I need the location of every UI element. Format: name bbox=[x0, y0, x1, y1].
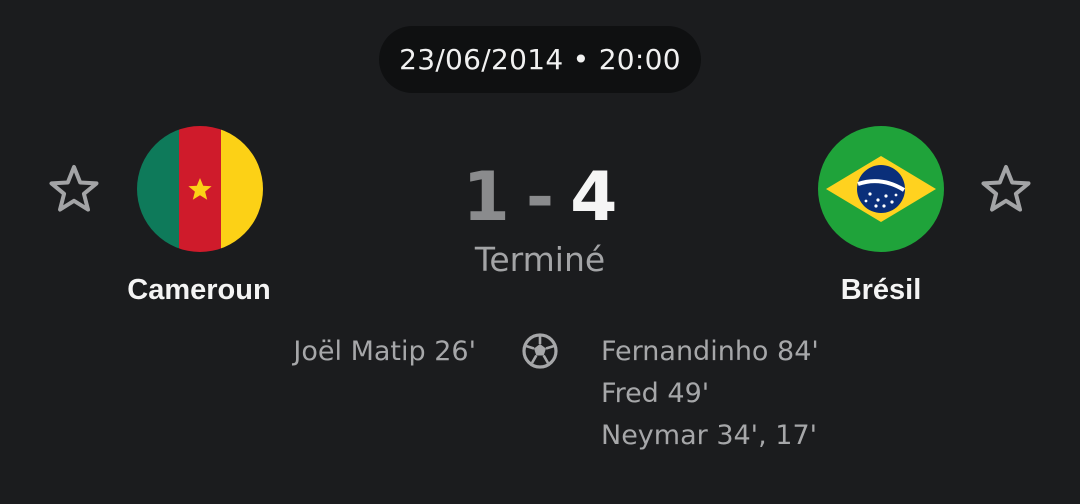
brazil-flag-icon bbox=[818, 126, 944, 252]
cameroon-flag-icon bbox=[137, 126, 263, 252]
match-status: Terminé bbox=[474, 240, 606, 279]
favorite-home-team-button[interactable] bbox=[46, 161, 102, 217]
away-team-name: Brésil bbox=[840, 274, 922, 306]
home-score: 1 bbox=[462, 158, 510, 237]
soccer-ball-icon bbox=[521, 332, 559, 370]
away-scorer-item: Fred 49' bbox=[601, 378, 710, 409]
home-scorers-list: Joël Matip 26' bbox=[200, 331, 476, 373]
away-scorer-item: Neymar 34', 17' bbox=[601, 420, 818, 451]
match-datetime: 23/06/2014 • 20:00 bbox=[379, 26, 701, 93]
star-outline-icon bbox=[49, 165, 99, 212]
away-scorer-item: Fernandinho 84' bbox=[601, 336, 819, 367]
home-scorer-item: Joël Matip 26' bbox=[293, 336, 476, 367]
star-outline-icon bbox=[981, 165, 1031, 212]
away-score: 4 bbox=[570, 158, 618, 237]
home-team-name: Cameroun bbox=[127, 274, 271, 306]
favorite-away-team-button[interactable] bbox=[978, 161, 1034, 217]
away-scorers-list: Fernandinho 84' Fred 49' Neymar 34', 17' bbox=[601, 331, 901, 457]
match-score: 1 - 4 bbox=[430, 158, 650, 238]
score-separator: - bbox=[525, 158, 555, 237]
